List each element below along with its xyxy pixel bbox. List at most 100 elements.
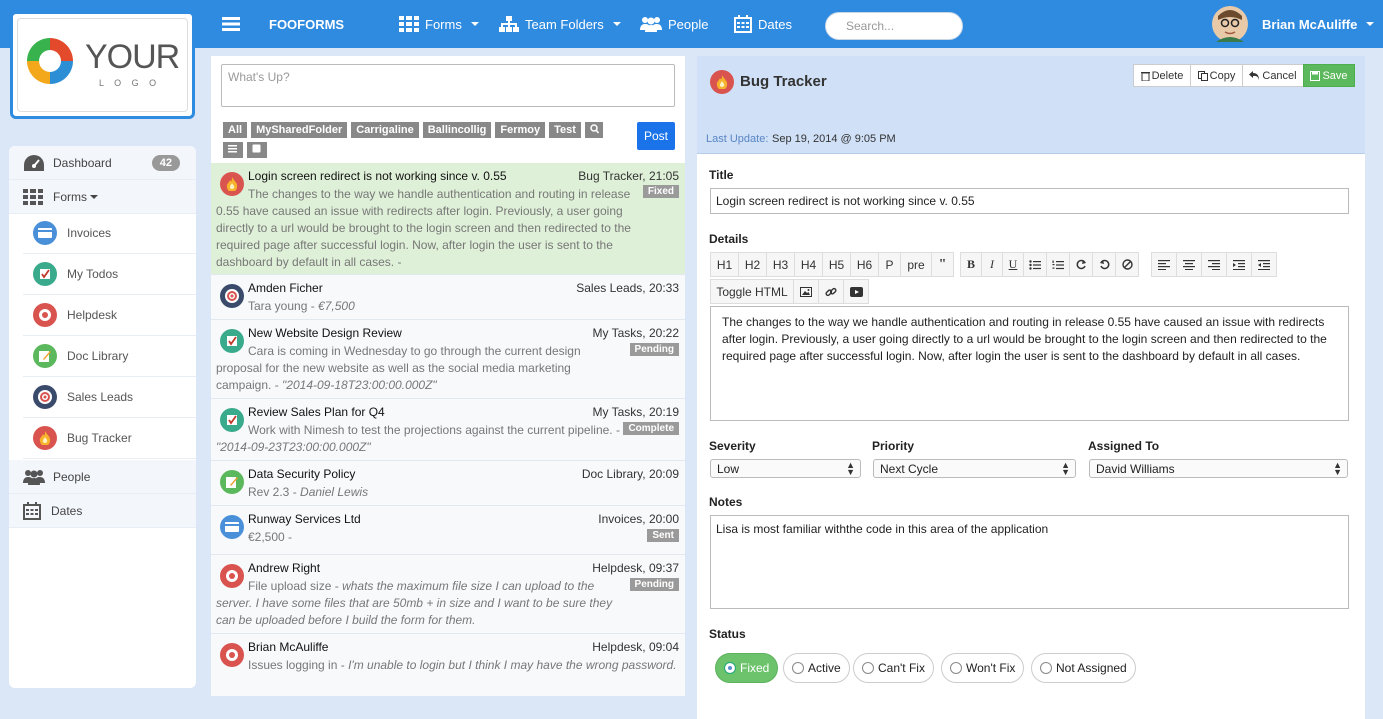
- details-editor[interactable]: The changes to the way we handle authent…: [710, 306, 1349, 421]
- align-right-icon[interactable]: [1201, 252, 1227, 277]
- title-field[interactable]: Login screen redirect is not working sin…: [710, 188, 1349, 214]
- feed-item[interactable]: Amden Ficher Sales Leads, 20:33 Tara you…: [211, 275, 685, 320]
- h5-button[interactable]: H5: [822, 252, 851, 277]
- italic-icon[interactable]: I: [981, 252, 1003, 277]
- calendar-icon: [23, 501, 41, 520]
- sidebar-item-label: Sales Leads: [67, 390, 134, 404]
- toggle-html-button[interactable]: Toggle HTML: [710, 279, 794, 304]
- nav-people-label: People: [668, 16, 709, 32]
- pre-button[interactable]: pre: [900, 252, 932, 277]
- sidebar-item-sales-leads[interactable]: Sales Leads: [23, 377, 196, 418]
- status-option-fixed[interactable]: Fixed: [715, 653, 779, 683]
- status-input[interactable]: What's Up?: [221, 64, 675, 107]
- feed-item[interactable]: Data Security Policy Doc Library, 20:09 …: [211, 461, 685, 506]
- list-view-icon[interactable]: [223, 142, 243, 158]
- outdent-icon[interactable]: [1251, 252, 1277, 277]
- underline-icon[interactable]: U: [1002, 252, 1024, 277]
- undo-icon[interactable]: [1092, 252, 1116, 277]
- feed-item[interactable]: Andrew Right Helpdesk, 09:37 Pending Fil…: [211, 555, 685, 634]
- feed-item-title: Runway Services Ltd: [248, 512, 361, 526]
- feed-item[interactable]: Brian McAuliffe Helpdesk, 09:04 Issues l…: [211, 634, 685, 696]
- lifebuoy-icon: [33, 303, 57, 327]
- align-left-icon[interactable]: [1151, 252, 1177, 277]
- tag-carrigaline[interactable]: Carrigaline: [351, 122, 419, 138]
- h2-button[interactable]: H2: [738, 252, 767, 277]
- h1-button[interactable]: H1: [710, 252, 739, 277]
- sidebar-item-doc-library[interactable]: Doc Library: [23, 336, 196, 377]
- cancel-button[interactable]: Cancel: [1242, 64, 1304, 87]
- tag-ballincollig[interactable]: Ballincollig: [422, 122, 492, 138]
- tag-mysharedfolder[interactable]: MySharedFolder: [251, 122, 348, 138]
- h6-button[interactable]: H6: [850, 252, 879, 277]
- h4-button[interactable]: H4: [794, 252, 823, 277]
- save-button[interactable]: Save: [1303, 64, 1355, 87]
- menu-toggle-button[interactable]: [222, 0, 240, 48]
- align-center-icon[interactable]: [1176, 252, 1202, 277]
- logo-text: YOUR: [85, 38, 180, 76]
- checkbox-icon: [33, 262, 57, 286]
- sidebar-item-dates[interactable]: Dates: [9, 494, 196, 528]
- post-button[interactable]: Post: [637, 122, 675, 150]
- severity-select[interactable]: Low ▲ ▼: [710, 459, 861, 478]
- feed-item-body: Rev 2.3 - Daniel Lewis: [248, 485, 369, 499]
- h3-button[interactable]: H3: [766, 252, 795, 277]
- clear-format-icon[interactable]: [1115, 252, 1139, 277]
- select-arrows-icon: ▲ ▼: [1061, 460, 1070, 477]
- search-input[interactable]: Search...: [825, 12, 963, 40]
- card-icon: [33, 221, 57, 245]
- tag-all[interactable]: All: [223, 122, 248, 138]
- feed-item[interactable]: Review Sales Plan for Q4 My Tasks, 20:19…: [211, 399, 685, 461]
- delete-button[interactable]: Delete: [1133, 64, 1191, 87]
- tag-test[interactable]: Test: [549, 122, 581, 138]
- status-option-not-assigned[interactable]: Not Assigned: [1031, 653, 1136, 683]
- feed-item[interactable]: Runway Services Ltd Invoices, 20:00 Sent…: [211, 506, 685, 555]
- tag-fermoy[interactable]: Fermoy: [495, 122, 546, 138]
- paragraph-button[interactable]: P: [878, 252, 901, 277]
- feed-item-body: Issues logging in - I'm unable to login …: [248, 658, 677, 672]
- user-menu[interactable]: Brian McAuliffe: [1212, 0, 1375, 48]
- user-name: Brian McAuliffe: [1262, 16, 1358, 32]
- feed-item[interactable]: New Website Design Review My Tasks, 20:2…: [211, 320, 685, 399]
- status-option-cant-fix[interactable]: Can't Fix: [853, 653, 934, 683]
- sidebar-item-bug-tracker[interactable]: Bug Tracker: [23, 418, 196, 459]
- nav-team-folders[interactable]: Team Folders: [499, 0, 621, 48]
- grid-icon: [399, 16, 419, 32]
- sidebar-item-people[interactable]: People: [9, 460, 196, 494]
- redo-icon[interactable]: [1069, 252, 1093, 277]
- sidebar-item-helpdesk[interactable]: Helpdesk: [23, 295, 196, 336]
- nav-dates[interactable]: Dates: [734, 0, 792, 48]
- quote-icon[interactable]: ": [931, 252, 954, 277]
- numbered-list-icon[interactable]: [1046, 252, 1070, 277]
- status-label: Status: [709, 627, 746, 641]
- status-option-active[interactable]: Active: [783, 653, 850, 683]
- bold-icon[interactable]: B: [960, 252, 982, 277]
- video-icon[interactable]: [843, 279, 869, 304]
- select-checkbox-icon[interactable]: [247, 142, 267, 158]
- feed-item-body: Tara young - €7,500: [248, 299, 355, 313]
- grid-icon: [23, 188, 43, 205]
- assigned-to-select[interactable]: David Williams ▲ ▼: [1089, 459, 1348, 478]
- sidebar-item-dashboard[interactable]: Dashboard 42: [9, 146, 196, 180]
- assigned-to-label: Assigned To: [1088, 439, 1160, 453]
- feed-item[interactable]: Login screen redirect is not working sin…: [211, 163, 685, 275]
- bullet-list-icon[interactable]: [1023, 252, 1047, 277]
- link-icon[interactable]: [818, 279, 844, 304]
- search-icon[interactable]: [584, 122, 603, 138]
- detail-panel: Bug Tracker Delete Copy Cancel Save Last…: [697, 56, 1365, 719]
- nav-people[interactable]: People: [640, 0, 708, 48]
- last-update-value: Sep 19, 2014 @ 9:05 PM: [772, 133, 896, 145]
- status-option-wont-fix[interactable]: Won't Fix: [941, 653, 1025, 683]
- image-icon[interactable]: [793, 279, 819, 304]
- brand-name[interactable]: FOOFORMS: [269, 0, 344, 48]
- status-badge: Pending: [629, 343, 679, 356]
- indent-icon[interactable]: [1226, 252, 1252, 277]
- copy-button[interactable]: Copy: [1190, 64, 1243, 87]
- sidebar-item-forms[interactable]: Forms: [9, 180, 196, 214]
- priority-select[interactable]: Next Cycle ▲ ▼: [873, 459, 1076, 478]
- nav-forms[interactable]: Forms: [399, 0, 479, 48]
- sidebar-item-my-todos[interactable]: My Todos: [23, 254, 196, 295]
- sidebar-item-invoices[interactable]: Invoices: [23, 213, 196, 254]
- logo-subtext: L O G O: [99, 78, 161, 88]
- notes-field[interactable]: Lisa is most familiar withthe code in th…: [710, 515, 1349, 609]
- feed-item-body: Cara is coming in Wednesday to go throug…: [216, 344, 581, 392]
